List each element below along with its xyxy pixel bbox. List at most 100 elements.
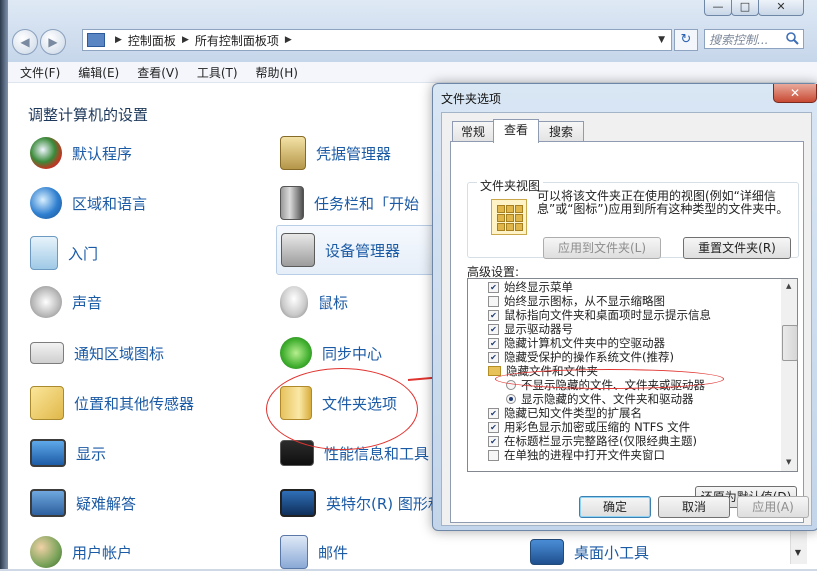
back-button[interactable]: ◀ <box>12 29 38 55</box>
cp-item-label: 入门 <box>68 244 99 263</box>
highlight-ellipse <box>495 369 724 389</box>
scroll-down-arrow-icon[interactable]: ▼ <box>786 458 791 466</box>
cp-item-mail[interactable]: 邮件 <box>280 533 348 571</box>
scroll-down-arrow-icon[interactable]: ▼ <box>790 545 806 561</box>
cp-item-label: 区域和语言 <box>72 194 148 213</box>
cp-item-mouse[interactable]: 鼠标 <box>280 283 348 321</box>
breadcrumb-control-panel[interactable]: 控制面板 <box>128 32 176 49</box>
menu-view[interactable]: 查看(V) <box>137 64 179 81</box>
desktop-gadgets-icon <box>530 539 564 565</box>
menu-file[interactable]: 文件(F) <box>20 64 60 81</box>
apply-to-folders-button[interactable]: 应用到文件夹(L) <box>543 237 661 259</box>
setting-row[interactable]: 显示隐藏的文件、文件夹和驱动器 <box>506 392 694 406</box>
sound-icon <box>30 286 62 318</box>
setting-row[interactable]: ✔ 显示驱动器号 <box>488 322 573 336</box>
setting-row[interactable]: ✔ 隐藏计算机文件夹中的空驱动器 <box>488 336 665 350</box>
dialog-close-button[interactable]: ✕ <box>773 84 817 103</box>
tab-view[interactable]: 查看 <box>493 119 539 143</box>
cp-item-default-programs[interactable]: 默认程序 <box>30 134 132 172</box>
scrollbar-thumb[interactable] <box>782 325 798 361</box>
setting-row[interactable]: 始终显示图标，从不显示缩略图 <box>488 294 665 308</box>
cp-item-sound[interactable]: 声音 <box>30 283 102 321</box>
user-accounts-icon <box>30 536 62 568</box>
cp-item-device-manager[interactable]: 设备管理器 <box>276 225 436 275</box>
cp-item-troubleshooting[interactable]: 疑难解答 <box>30 484 136 522</box>
cp-item-intel-graphics[interactable]: 英特尔(R) 图形和 <box>280 484 443 522</box>
cp-item-label: 位置和其他传感器 <box>74 394 195 413</box>
default-programs-icon <box>30 137 62 169</box>
checkbox[interactable]: ✔ <box>488 309 499 321</box>
taskbar-icon <box>280 186 304 220</box>
cp-item-label: 默认程序 <box>72 144 133 163</box>
cp-item-label: 邮件 <box>318 543 349 562</box>
dialog-body: 常规 查看 搜索 文件夹视图 可以将该文件夹正在使用的视图(例如“详细信息”或“… <box>441 112 812 526</box>
checkbox[interactable] <box>488 295 499 307</box>
cp-item-gadgets[interactable]: 桌面小工具 <box>530 533 649 571</box>
radio-button[interactable] <box>506 394 516 404</box>
cp-item-label: 声音 <box>72 293 103 312</box>
cp-item-user-accounts[interactable]: 用户帐户 <box>30 533 132 571</box>
setting-row[interactable]: ✔ 隐藏受保护的操作系统文件(推荐) <box>488 350 674 364</box>
display-icon <box>30 439 66 467</box>
advanced-scrollbar[interactable] <box>781 278 798 472</box>
tab-search[interactable]: 搜索 <box>538 121 584 142</box>
breadcrumb-all-items[interactable]: 所有控制面板项 <box>195 32 279 49</box>
window-close-button[interactable]: ✕ <box>758 0 804 16</box>
scroll-up-arrow-icon[interactable]: ▲ <box>786 282 791 290</box>
setting-row[interactable]: ✔ 隐藏已知文件类型的扩展名 <box>488 406 642 420</box>
cp-item-getting-started[interactable]: 入门 <box>30 234 98 272</box>
cp-item-display[interactable]: 显示 <box>30 434 106 472</box>
checkbox[interactable]: ✔ <box>488 435 499 447</box>
menu-edit[interactable]: 编辑(E) <box>78 64 119 81</box>
reset-folders-button[interactable]: 重置文件夹(R) <box>683 237 791 259</box>
cp-item-label: 同步中心 <box>322 344 383 363</box>
forward-button[interactable]: ▶ <box>40 29 66 55</box>
intel-graphics-icon <box>280 489 316 517</box>
refresh-button[interactable]: ↻ <box>674 29 698 51</box>
breadcrumb-separator: ▶ <box>284 35 292 45</box>
breadcrumb-separator: ▶ <box>181 35 189 45</box>
minimize-button[interactable]: — <box>704 0 732 16</box>
cp-item-region-language[interactable]: 区域和语言 <box>30 184 147 222</box>
checkbox[interactable]: ✔ <box>488 407 499 419</box>
control-panel-icon <box>87 33 105 47</box>
cp-item-credential-manager[interactable]: 凭据管理器 <box>280 134 391 172</box>
troubleshooting-icon <box>30 489 66 517</box>
maximize-button[interactable]: □ <box>731 0 759 16</box>
setting-row[interactable]: ✔ 鼠标指向文件夹和桌面项时显示提示信息 <box>488 308 711 322</box>
cp-item-location-sensors[interactable]: 位置和其他传感器 <box>30 384 194 422</box>
setting-row[interactable]: ✔ 用彩色显示加密或压缩的 NTFS 文件 <box>488 420 690 434</box>
checkbox[interactable]: ✔ <box>488 351 499 363</box>
setting-row[interactable]: ✔ 在标题栏显示完整路径(仅限经典主题) <box>488 434 697 448</box>
ok-button[interactable]: 确定 <box>579 496 651 518</box>
cp-item-label: 凭据管理器 <box>316 144 392 163</box>
mail-icon <box>280 535 308 569</box>
checkbox[interactable]: ✔ <box>488 323 499 335</box>
cp-item-label: 英特尔(R) 图形和 <box>326 494 443 513</box>
notification-icons-icon <box>30 342 64 364</box>
checkbox[interactable] <box>488 449 499 461</box>
checkbox[interactable]: ✔ <box>488 337 499 349</box>
setting-row[interactable]: ✔ 始终显示菜单 <box>488 280 573 294</box>
apply-button[interactable]: 应用(A) <box>737 496 809 518</box>
cp-item-sync-center[interactable]: 同步中心 <box>280 334 382 372</box>
setting-label: 在单独的进程中打开文件夹窗口 <box>504 448 665 462</box>
address-dropdown-icon[interactable]: ▼ <box>658 35 665 45</box>
checkbox[interactable]: ✔ <box>488 421 499 433</box>
checkbox[interactable]: ✔ <box>488 281 499 293</box>
tab-general[interactable]: 常规 <box>452 121 494 142</box>
breadcrumb-separator: ▶ <box>115 35 122 45</box>
folder-view-icon <box>491 199 527 235</box>
menu-help[interactable]: 帮助(H) <box>256 64 298 81</box>
setting-row[interactable]: 在单独的进程中打开文件夹窗口 <box>488 448 665 462</box>
cp-item-taskbar[interactable]: 任务栏和「开始 <box>280 184 419 222</box>
cp-item-label: 显示 <box>76 444 107 463</box>
menu-tools[interactable]: 工具(T) <box>197 64 238 81</box>
cancel-button[interactable]: 取消 <box>658 496 730 518</box>
address-bar[interactable]: ▶ 控制面板 ▶ 所有控制面板项 ▶ ▼ <box>82 29 672 51</box>
search-icon[interactable] <box>786 32 799 45</box>
cp-item-notification-icons[interactable]: 通知区域图标 <box>30 334 164 372</box>
region-language-icon <box>30 187 62 219</box>
cp-item-label: 疑难解答 <box>76 494 137 513</box>
view-tab-panel: 文件夹视图 可以将该文件夹正在使用的视图(例如“详细信息”或“图标”)应用到所有… <box>450 141 804 523</box>
